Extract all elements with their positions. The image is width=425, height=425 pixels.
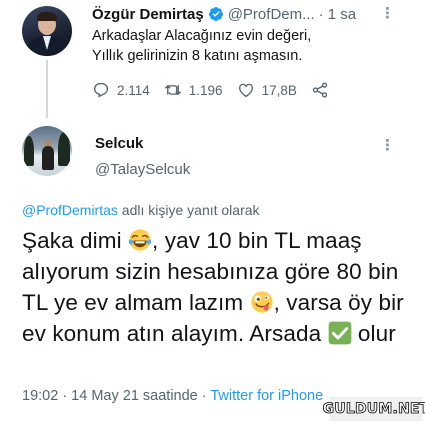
tweet-actions: 2.114 1.196 17,8B <box>92 80 350 100</box>
author-name[interactable]: Özgür Demirtaş <box>92 6 204 23</box>
more-icon[interactable]: ⋮ <box>380 6 395 21</box>
verified-icon <box>208 7 223 21</box>
author-name[interactable]: Selcuk <box>95 135 143 152</box>
author-avatar[interactable] <box>22 6 72 56</box>
thread-line <box>46 60 48 118</box>
retweet-count: 1.196 <box>188 82 223 98</box>
replying-suffix: adlı kişiye yanıt olarak <box>117 202 260 218</box>
tweet-text-part: Şaka dimi <box>22 228 129 253</box>
tweet-text-line: Arkadaşlar Alacağınız evin değeri, <box>92 28 312 44</box>
reply-button[interactable]: 2.114 <box>92 81 150 99</box>
tears-of-joy-emoji <box>128 229 152 251</box>
watermark-text: GULDUM.NET <box>322 401 425 418</box>
replying-to: @ProfDemirtas adlı kişiye yanıt olarak <box>22 202 260 218</box>
reply-tweet: Selcuk @TalaySelcuk ⋮ @ProfDemirtas adlı… <box>0 118 425 425</box>
watermark-logo: GULDUM.NET <box>322 397 425 421</box>
like-count: 17,8B <box>261 82 297 98</box>
reply-icon <box>93 82 109 98</box>
tweet-text-part: olur <box>351 321 396 346</box>
author-avatar[interactable] <box>22 126 72 176</box>
like-button[interactable]: 17,8B <box>237 81 297 99</box>
tweet-header: Özgür Demirtaş @ProfDem... · 1 sa <box>92 4 356 24</box>
zany-face-emoji <box>250 291 273 313</box>
share-button[interactable] <box>311 81 336 99</box>
tweet-timestamp[interactable]: 19:02 · 14 May 21 saatinde · <box>22 388 210 404</box>
check-mark-emoji <box>328 321 351 345</box>
mention-link[interactable]: @ProfDemirtas <box>22 202 118 218</box>
parent-tweet: Özgür Demirtaş @ProfDem... · 1 sa ⋮ Arka… <box>0 0 425 118</box>
tweet-text-line: Yıllık gelirinizin 8 katını aşmasın. <box>92 48 303 64</box>
author-handle[interactable]: @ProfDem... <box>228 6 315 23</box>
share-icon <box>312 82 327 98</box>
retweet-icon <box>164 85 181 95</box>
tweet-text: Arkadaşlar Alacağınız evin değeri, Yıllı… <box>92 26 412 66</box>
retweet-button[interactable]: 1.196 <box>164 81 223 99</box>
like-icon <box>238 83 253 98</box>
author-handle[interactable]: @TalaySelcuk <box>95 161 190 178</box>
more-icon[interactable]: ⋮ <box>380 138 395 153</box>
reply-count: 2.114 <box>117 82 150 98</box>
tweet-time[interactable]: · 1 sa <box>319 6 357 23</box>
tweet-text: Şaka dimi , yav 10 bin TL maaş alıyorum … <box>22 225 417 349</box>
tweet-meta: 19:02 · 14 May 21 saatinde · Twitter for… <box>22 388 323 404</box>
tweet-source-link[interactable]: Twitter for iPhone <box>210 388 323 404</box>
